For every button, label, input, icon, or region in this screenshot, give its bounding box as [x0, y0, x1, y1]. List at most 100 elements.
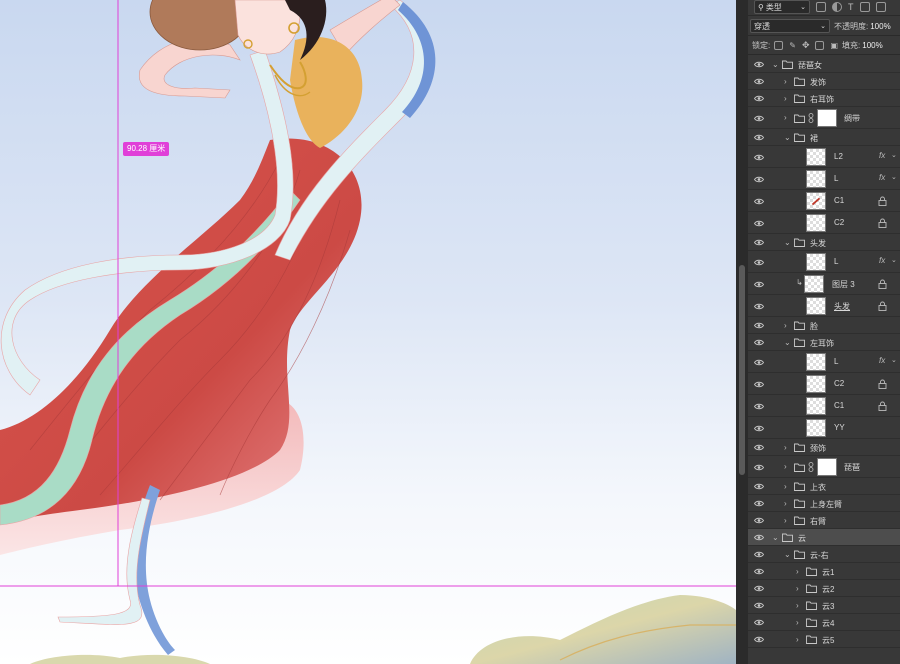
chevron-down-icon[interactable]: ⌄	[784, 550, 791, 559]
layer-row[interactable]: › 琵琶	[748, 456, 900, 478]
layer-row[interactable]: 头发	[748, 295, 900, 317]
chevron-right-icon[interactable]: ›	[796, 635, 799, 644]
layer-thumbnail[interactable]	[806, 419, 826, 437]
eye-visibility-icon[interactable]	[754, 61, 764, 68]
lock-position-icon[interactable]: ✥	[802, 40, 810, 51]
layer-row[interactable]: › 右臂	[748, 512, 900, 529]
mask-thumbnail[interactable]	[817, 458, 837, 476]
chevron-down-icon[interactable]: ⌄	[891, 173, 897, 181]
chevron-right-icon[interactable]: ›	[784, 482, 787, 491]
layer-row[interactable]: › 上身左臂	[748, 495, 900, 512]
eye-visibility-icon[interactable]	[754, 359, 764, 366]
fill-value[interactable]: 100%	[862, 41, 882, 50]
layer-effects-icon[interactable]: fx	[879, 173, 885, 182]
layer-row[interactable]: ⌄ 头发	[748, 234, 900, 251]
layer-thumbnail[interactable]	[806, 353, 826, 371]
layer-thumbnail[interactable]	[804, 275, 824, 293]
layer-row[interactable]: L2 fx ⌄	[748, 146, 900, 168]
layer-row[interactable]: ↳ 图层 3	[748, 273, 900, 295]
chevron-right-icon[interactable]: ›	[784, 499, 787, 508]
chevron-right-icon[interactable]: ›	[784, 321, 787, 330]
eye-visibility-icon[interactable]	[754, 444, 764, 451]
chevron-right-icon[interactable]: ›	[796, 618, 799, 627]
scrollbar-thumb[interactable]	[739, 265, 745, 475]
chain-link-icon[interactable]	[808, 462, 814, 472]
layer-row[interactable]: › 云2	[748, 580, 900, 597]
filter-pixel-icon[interactable]	[816, 2, 826, 12]
document-canvas[interactable]: 90.28 厘米	[0, 0, 736, 664]
eye-visibility-icon[interactable]	[754, 154, 764, 161]
layer-row[interactable]: YY	[748, 417, 900, 439]
layer-row[interactable]: › 上衣	[748, 478, 900, 495]
layer-row[interactable]: C1	[748, 190, 900, 212]
eye-visibility-icon[interactable]	[754, 322, 764, 329]
chevron-down-icon[interactable]: ⌄	[784, 238, 791, 247]
chevron-right-icon[interactable]: ›	[796, 601, 799, 610]
eye-visibility-icon[interactable]	[754, 585, 764, 592]
layer-thumbnail[interactable]	[806, 214, 826, 232]
layer-thumbnail[interactable]	[806, 375, 826, 393]
lock-all-icon[interactable]: ▣	[830, 41, 838, 50]
layer-effects-icon[interactable]: fx	[879, 256, 885, 265]
chevron-down-icon[interactable]: ⌄	[784, 338, 791, 347]
chevron-down-icon[interactable]: ⌄	[891, 356, 897, 364]
chevron-right-icon[interactable]: ›	[784, 462, 787, 471]
chevron-right-icon[interactable]: ›	[784, 113, 787, 122]
layer-row[interactable]: C2	[748, 373, 900, 395]
layer-row[interactable]: › 颈饰	[748, 439, 900, 456]
chevron-down-icon[interactable]: ⌄	[784, 133, 791, 142]
eye-visibility-icon[interactable]	[754, 198, 764, 205]
layer-row[interactable]: › 云4	[748, 614, 900, 631]
layer-row[interactable]: › 云1	[748, 563, 900, 580]
layer-thumbnail[interactable]	[806, 253, 826, 271]
eye-visibility-icon[interactable]	[754, 602, 764, 609]
eye-visibility-icon[interactable]	[754, 619, 764, 626]
eye-visibility-icon[interactable]	[754, 551, 764, 558]
chevron-down-icon[interactable]: ⌄	[891, 151, 897, 159]
layer-row[interactable]: › 发饰	[748, 73, 900, 90]
layer-thumbnail[interactable]	[806, 297, 826, 315]
chevron-down-icon[interactable]: ⌄	[891, 256, 897, 264]
layer-row[interactable]: ⌄ 左耳饰	[748, 334, 900, 351]
layer-row[interactable]: › 右耳饰	[748, 90, 900, 107]
layer-row[interactable]: Lfx ⌄	[748, 251, 900, 273]
eye-visibility-icon[interactable]	[754, 381, 764, 388]
filter-adjustment-icon[interactable]	[832, 2, 842, 12]
eye-visibility-icon[interactable]	[754, 464, 764, 471]
eye-visibility-icon[interactable]	[754, 303, 764, 310]
lock-image-icon[interactable]: ✎	[789, 41, 796, 50]
eye-visibility-icon[interactable]	[754, 517, 764, 524]
chevron-right-icon[interactable]: ›	[784, 516, 787, 525]
chevron-right-icon[interactable]: ›	[784, 443, 787, 452]
layer-effects-icon[interactable]: fx	[879, 151, 885, 160]
chevron-down-icon[interactable]: ⌄	[772, 533, 779, 542]
layer-effects-icon[interactable]: fx	[879, 356, 885, 365]
eye-visibility-icon[interactable]	[754, 568, 764, 575]
layer-row[interactable]: › 云3	[748, 597, 900, 614]
filter-shape-icon[interactable]	[859, 2, 870, 12]
blend-mode-select[interactable]: 穿透 ⌄	[750, 19, 830, 33]
chevron-right-icon[interactable]: ›	[784, 77, 787, 86]
eye-visibility-icon[interactable]	[754, 220, 764, 227]
eye-visibility-icon[interactable]	[754, 115, 764, 122]
layer-thumbnail[interactable]	[806, 148, 826, 166]
opacity-value[interactable]: 100%	[870, 22, 890, 31]
eye-visibility-icon[interactable]	[754, 403, 764, 410]
mask-thumbnail[interactable]	[817, 109, 837, 127]
layer-row[interactable]: › 脸	[748, 317, 900, 334]
lock-artboard-icon[interactable]	[815, 40, 825, 50]
eye-visibility-icon[interactable]	[754, 339, 764, 346]
chevron-right-icon[interactable]: ›	[784, 94, 787, 103]
eye-visibility-icon[interactable]	[754, 239, 764, 246]
eye-visibility-icon[interactable]	[754, 636, 764, 643]
eye-visibility-icon[interactable]	[754, 95, 764, 102]
eye-visibility-icon[interactable]	[754, 483, 764, 490]
layer-row[interactable]: Lfx ⌄	[748, 168, 900, 190]
filter-smart-object-icon[interactable]	[875, 2, 886, 12]
layer-thumbnail[interactable]	[806, 192, 826, 210]
eye-visibility-icon[interactable]	[754, 500, 764, 507]
eye-visibility-icon[interactable]	[754, 176, 764, 183]
eye-visibility-icon[interactable]	[754, 78, 764, 85]
chevron-right-icon[interactable]: ›	[796, 584, 799, 593]
chevron-right-icon[interactable]: ›	[796, 567, 799, 576]
